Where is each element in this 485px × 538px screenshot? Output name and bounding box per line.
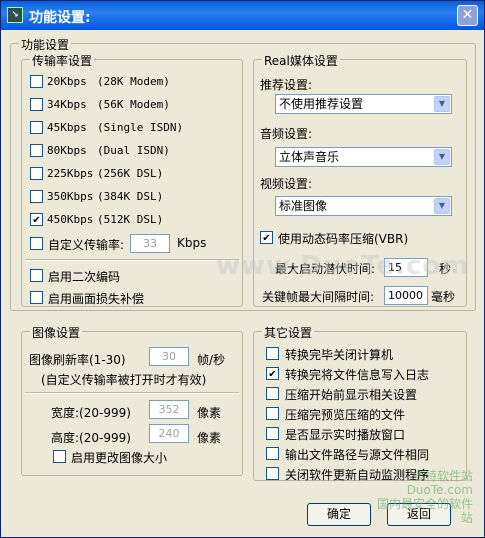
chevron-down-icon[interactable]: ▼ xyxy=(434,96,450,112)
window-title: 功能设置: xyxy=(29,10,91,26)
keyframe-input[interactable]: 10000 xyxy=(384,286,428,305)
bitrate-option-desc: (512K DSL) xyxy=(97,213,164,226)
custom-bitrate-unit: Kbps xyxy=(177,236,207,250)
real-media-group-title: Real媒体设置 xyxy=(262,52,340,69)
bitrate-option-checkbox[interactable] xyxy=(30,190,43,203)
bitrate-option-desc: (Dual ISDN) xyxy=(97,144,170,157)
recommend-label: 推荐设置: xyxy=(260,78,313,92)
width-label: 宽度:(20-999) xyxy=(51,406,131,420)
title-bar[interactable]: ↘ 功能设置: ✕ xyxy=(1,1,484,30)
bitrate-group-title: 传输率设置 xyxy=(30,52,95,69)
refresh-note: (自定义传输率被打开时才有效) xyxy=(41,373,207,387)
other-option-checkbox[interactable] xyxy=(266,427,279,440)
frame-loss-checkbox[interactable] xyxy=(30,291,43,304)
bitrate-option-rate: 20Kbps xyxy=(47,75,87,88)
vbr-label: 使用动态码率压缩(VBR) xyxy=(278,232,409,246)
recommend-select[interactable]: 不使用推荐设置 ▼ xyxy=(275,94,452,114)
bitrate-option-rate: 80Kbps xyxy=(47,144,87,157)
image-separator xyxy=(25,392,239,394)
refresh-label: 图像刷新率(1-30) xyxy=(29,353,126,367)
other-option-label: 关闭软件更新自动监测程序 xyxy=(285,468,430,482)
bitrate-option-rate: 45Kbps xyxy=(47,121,87,134)
other-option-label: 压缩开始前显示相关设置 xyxy=(285,388,418,402)
refresh-input[interactable]: 30 xyxy=(149,347,189,366)
bitrate-option-checkbox[interactable] xyxy=(30,213,43,226)
main-group-title: 功能设置 xyxy=(19,36,72,53)
video-select[interactable]: 标准图像 ▼ xyxy=(275,196,452,216)
bitrate-option-rate: 450Kbps xyxy=(47,213,94,226)
close-icon[interactable]: ✕ xyxy=(457,5,478,26)
chevron-down-icon[interactable]: ▼ xyxy=(434,198,450,214)
audio-value: 立体声音乐 xyxy=(279,150,340,164)
custom-bitrate-label: 自定义传输率: xyxy=(48,238,125,252)
audio-label: 音频设置: xyxy=(260,127,313,141)
bitrate-option-desc: (56K Modem) xyxy=(97,98,170,111)
other-option-checkbox[interactable] xyxy=(266,387,279,400)
corner-watermark-line2: DuoTe.com xyxy=(406,483,473,497)
width-unit: 像素 xyxy=(197,406,222,420)
width-input[interactable]: 352 xyxy=(149,400,189,419)
bitrate-option-desc: (28K Modem) xyxy=(97,75,170,88)
other-option-checkbox[interactable] xyxy=(266,467,279,480)
keyframe-unit: 毫秒 xyxy=(431,290,456,304)
ok-button[interactable]: 确定 xyxy=(307,503,371,526)
height-unit: 像素 xyxy=(197,431,222,445)
video-value: 标准图像 xyxy=(279,199,328,213)
app-icon: ↘ xyxy=(7,7,23,23)
custom-bitrate-checkbox[interactable] xyxy=(30,237,43,250)
frame-loss-label: 启用画面损失补偿 xyxy=(48,292,145,306)
recommend-value: 不使用推荐设置 xyxy=(279,97,364,111)
chevron-down-icon[interactable]: ▼ xyxy=(434,149,450,165)
other-option-label: 是否显示实时播放窗口 xyxy=(285,428,406,442)
settings-dialog: ↘ 功能设置: ✕ 功能设置 传输率设置 自定义传输率: 33 Kbps 启用二… xyxy=(0,0,485,538)
bitrate-option-desc: (384K DSL) xyxy=(97,190,164,203)
image-group-title: 图像设置 xyxy=(30,324,83,341)
secondary-encoding-label: 启用二次编码 xyxy=(48,270,121,284)
center-watermark: www.DuoTe.com xyxy=(216,251,470,281)
other-group-title: 其它设置 xyxy=(262,324,315,341)
other-option-checkbox[interactable] xyxy=(266,407,279,420)
vbr-checkbox[interactable] xyxy=(260,231,273,244)
bitrate-option-checkbox[interactable] xyxy=(30,121,43,134)
bitrate-option-rate: 34Kbps xyxy=(47,98,87,111)
other-option-label: 压缩完预览压缩的文件 xyxy=(285,408,406,422)
other-option-checkbox[interactable] xyxy=(266,447,279,460)
bitrate-separator xyxy=(25,259,239,261)
bitrate-option-checkbox[interactable] xyxy=(30,144,43,157)
resize-label: 启用更改图像大小 xyxy=(71,451,168,465)
keyframe-label: 关键帧最大间隔时间: xyxy=(262,290,375,304)
custom-bitrate-input[interactable]: 33 xyxy=(130,234,170,253)
height-input[interactable]: 240 xyxy=(149,424,189,443)
height-label: 高度:(20-999) xyxy=(51,431,131,445)
other-option-label: 转换完将文件信息写入日志 xyxy=(285,368,430,382)
bitrate-option-checkbox[interactable] xyxy=(30,167,43,180)
bitrate-option-rate: 350Kbps xyxy=(47,190,94,203)
resize-checkbox[interactable] xyxy=(53,450,66,463)
other-option-label: 转换完毕关闭计算机 xyxy=(285,348,394,362)
other-option-label: 输出文件路径与源文件相同 xyxy=(285,448,430,462)
bitrate-option-checkbox[interactable] xyxy=(30,98,43,111)
bitrate-option-desc: (Single ISDN) xyxy=(97,121,184,134)
refresh-unit: 帧/秒 xyxy=(197,353,226,367)
other-option-checkbox[interactable] xyxy=(266,347,279,360)
other-option-checkbox[interactable] xyxy=(266,367,279,380)
secondary-encoding-checkbox[interactable] xyxy=(30,269,43,282)
bitrate-option-checkbox[interactable] xyxy=(30,75,43,88)
bitrate-option-desc: (256K DSL) xyxy=(97,167,164,180)
video-label: 视频设置: xyxy=(260,177,313,191)
audio-select[interactable]: 立体声音乐 ▼ xyxy=(275,147,452,167)
bitrate-option-rate: 225Kbps xyxy=(47,167,94,180)
corner-watermark-line3: 国内最安全的软件站 xyxy=(376,497,473,525)
